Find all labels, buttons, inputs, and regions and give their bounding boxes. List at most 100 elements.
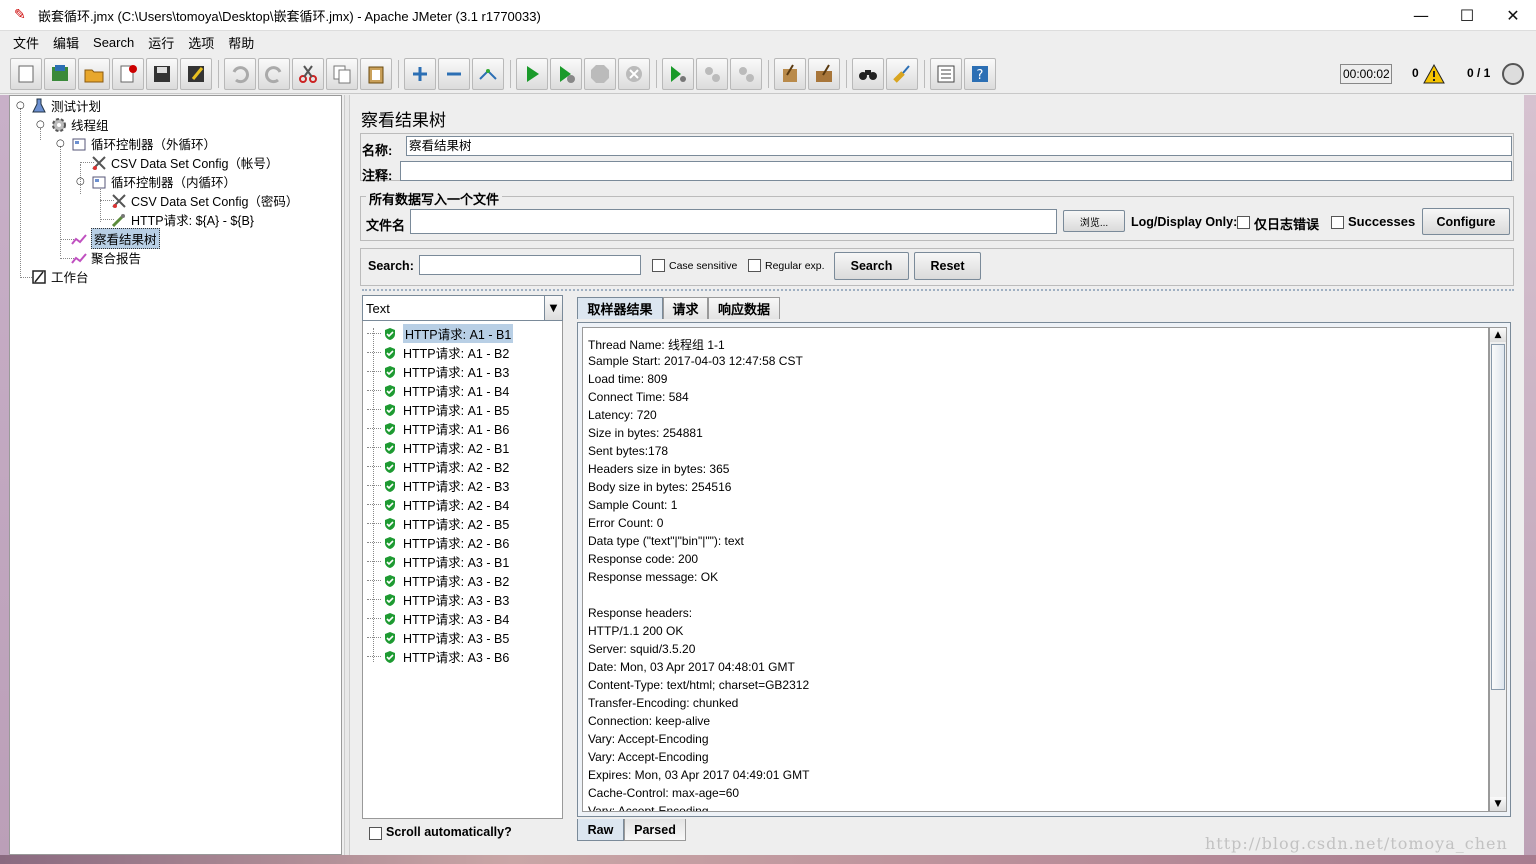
result-item[interactable]: HTTP请求: A2 - B2 [367,457,509,476]
result-item[interactable]: HTTP请求: A2 - B1 [367,438,509,457]
result-item[interactable]: HTTP请求: A3 - B5 [367,628,509,647]
expand-toggle[interactable]: ○ [56,139,65,149]
successes-checkbox[interactable] [1331,216,1344,229]
shutdown-button[interactable] [618,58,650,90]
result-item[interactable]: HTTP请求: A3 - B4 [367,609,509,628]
close-button[interactable]: ✕ [1490,0,1536,31]
collapse-all-button[interactable] [438,58,470,90]
result-item[interactable]: HTTP请求: A3 - B1 [367,552,509,571]
stop-button[interactable] [584,58,616,90]
watermark: http://blog.csdn.net/tomoya_chen [1205,834,1508,853]
case-sensitive-checkbox[interactable] [652,259,665,272]
result-item[interactable]: HTTP请求: A3 - B2 [367,571,509,590]
start-no-pause-button[interactable] [550,58,582,90]
clear-all-button[interactable] [808,58,840,90]
tree-node-inner-loop[interactable]: 循环控制器（内循环） [90,172,236,191]
tree-node-view-results-tree[interactable]: 察看结果树 [70,228,160,249]
sampler-result-text[interactable]: Thread Name: 线程组 1-1 Sample Start: 2017-0… [582,327,1489,812]
tree-label: 循环控制器（内循环） [111,176,237,190]
new-button[interactable] [10,58,42,90]
remote-shutdown-button[interactable] [730,58,762,90]
open-button[interactable] [78,58,110,90]
expand-toggle[interactable]: ○ [36,120,45,130]
help-button[interactable]: ? [964,58,996,90]
tree-node-workbench[interactable]: 工作台 [30,267,89,286]
split-divider[interactable] [362,289,1514,292]
vertical-scrollbar[interactable]: ▲ ▼ [1489,327,1507,812]
result-item[interactable]: HTTP请求: A3 - B3 [367,590,509,609]
menu-file[interactable]: 文件 [6,33,46,52]
clear-button[interactable] [774,58,806,90]
comment-field[interactable] [400,161,1512,181]
tree-label: 线程组 [71,119,109,133]
result-item[interactable]: HTTP请求: A1 - B1 [367,324,514,343]
tab-raw[interactable]: Raw [577,819,624,841]
search-button[interactable]: Search [834,252,909,280]
renderer-select[interactable]: Text ▼ [362,295,563,321]
expand-all-button[interactable] [404,58,436,90]
menu-search[interactable]: Search [86,35,141,50]
tab-response-data[interactable]: 响应数据 [708,297,780,319]
regex-checkbox[interactable] [748,259,761,272]
filename-field[interactable] [410,209,1057,234]
result-item[interactable]: HTTP请求: A2 - B4 [367,495,509,514]
result-item[interactable]: HTTP请求: A1 - B6 [367,419,509,438]
remote-stop-button[interactable] [696,58,728,90]
reset-button[interactable]: Reset [914,252,981,280]
tree-node-csv-password[interactable]: CSV Data Set Config（密码） [110,191,298,210]
result-item[interactable]: HTTP请求: A1 - B4 [367,381,509,400]
name-field[interactable]: 察看结果树 [406,136,1512,156]
tree-node-test-plan[interactable]: 测试计划 [30,96,101,115]
results-split-divider[interactable] [564,295,573,850]
templates-button[interactable] [44,58,76,90]
menu-run[interactable]: 运行 [141,33,181,52]
browse-button[interactable]: 浏览... [1063,210,1125,232]
scroll-down-icon[interactable]: ▼ [1490,797,1506,811]
minimize-button[interactable]: — [1398,0,1444,31]
expand-toggle[interactable]: ○ [16,101,25,111]
tab-parsed[interactable]: Parsed [624,819,686,841]
undo-button[interactable] [224,58,256,90]
cut-button[interactable] [292,58,324,90]
start-button[interactable] [516,58,548,90]
configure-button[interactable]: Configure [1422,208,1510,235]
maximize-button[interactable]: ☐ [1444,0,1490,31]
tab-request[interactable]: 请求 [663,297,708,319]
close-plan-button[interactable] [112,58,144,90]
remote-start-button[interactable] [662,58,694,90]
result-item[interactable]: HTTP请求: A1 - B5 [367,400,509,419]
copy-button[interactable] [326,58,358,90]
result-item[interactable]: HTTP请求: A3 - B6 [367,647,509,666]
result-item[interactable]: HTTP请求: A2 - B3 [367,476,509,495]
result-item[interactable]: HTTP请求: A2 - B6 [367,533,509,552]
redo-button[interactable] [258,58,290,90]
result-item[interactable]: HTTP请求: A2 - B5 [367,514,509,533]
menu-options[interactable]: 选项 [181,33,221,52]
reset-search-button[interactable] [886,58,918,90]
function-helper-button[interactable] [930,58,962,90]
expand-toggle[interactable]: ○ [76,177,85,187]
save-as-button[interactable] [180,58,212,90]
menu-help[interactable]: 帮助 [221,33,261,52]
tab-sampler-result[interactable]: 取样器结果 [577,297,663,319]
tree-node-thread-group[interactable]: 线程组 [50,115,109,134]
search-button-toolbar[interactable] [852,58,884,90]
result-item[interactable]: HTTP请求: A1 - B3 [367,362,509,381]
toggle-button[interactable] [472,58,504,90]
scroll-up-icon[interactable]: ▲ [1490,328,1506,342]
menu-edit[interactable]: 编辑 [46,33,86,52]
tree-node-aggregate-report[interactable]: 聚合报告 [70,248,141,267]
scroll-auto-checkbox[interactable] [369,827,382,840]
warning-icon[interactable] [1423,64,1445,84]
page-title: 察看结果树 [361,111,446,130]
tree-node-csv-account[interactable]: CSV Data Set Config（帐号） [90,153,278,172]
scrollbar-thumb[interactable] [1491,344,1505,690]
save-button[interactable] [146,58,178,90]
result-item[interactable]: HTTP请求: A1 - B2 [367,343,509,362]
tree-node-http-request[interactable]: HTTP请求: ${A} - ${B} [110,210,254,229]
search-input[interactable] [419,255,641,275]
paste-button[interactable] [360,58,392,90]
errors-only-checkbox[interactable] [1237,216,1250,229]
split-pane-divider[interactable] [344,95,350,855]
tree-node-outer-loop[interactable]: 循环控制器（外循环） [70,134,216,153]
